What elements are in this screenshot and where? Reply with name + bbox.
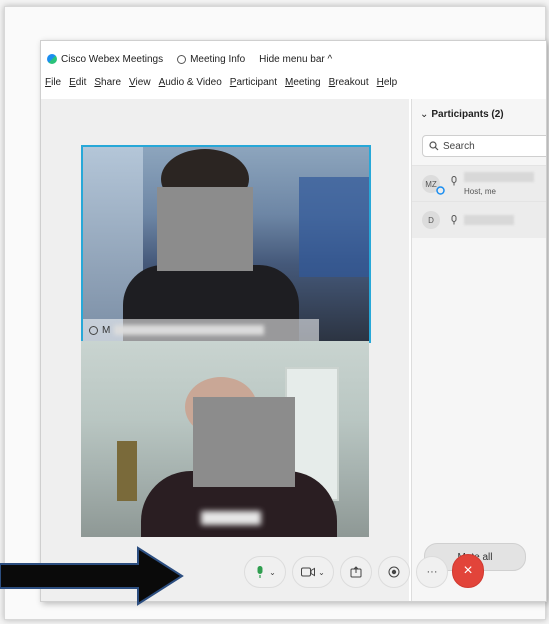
chevron-down-icon: ⌄	[420, 109, 429, 120]
meeting-info-button[interactable]: Meeting Info	[177, 54, 245, 65]
app-title-item: Cisco Webex Meetings	[47, 54, 163, 65]
video-tile-active-speaker[interactable]: M	[81, 145, 371, 343]
record-icon	[388, 566, 400, 578]
info-icon	[177, 54, 187, 64]
menu-participant[interactable]: Participant	[230, 77, 277, 91]
menu-edit[interactable]: Edit	[69, 77, 86, 91]
face-redaction	[193, 397, 295, 487]
face-redaction	[157, 187, 253, 271]
share-icon	[350, 566, 362, 578]
mic-icon	[257, 566, 263, 578]
participant-name-label: M	[102, 324, 111, 336]
participant-search-input[interactable]: Search	[422, 135, 546, 157]
participant-row[interactable]: D	[412, 201, 546, 238]
name-blur	[201, 511, 261, 525]
participants-title[interactable]: ⌄ Participants (2)	[420, 109, 504, 120]
menu-file[interactable]: File	[45, 77, 61, 91]
pointer-arrow-icon	[0, 546, 184, 606]
name-blur	[114, 325, 265, 335]
webex-logo-icon	[47, 54, 57, 64]
more-options-button[interactable]: ···	[416, 556, 448, 588]
webex-status-icon	[436, 186, 445, 195]
stop-video-button[interactable]: ⌄	[292, 556, 334, 588]
end-meeting-button[interactable]: ×	[452, 554, 484, 588]
mic-icon	[451, 215, 457, 225]
menu-audio-video[interactable]: Audio & Video	[159, 77, 222, 91]
participant-name-blur	[464, 172, 534, 182]
video-icon	[301, 567, 316, 577]
menu-meeting[interactable]: Meeting	[285, 77, 321, 91]
participant-nameplate: M	[83, 319, 319, 341]
participants-panel: ⌄Participants (2) Search MZ Host, me D M…	[411, 99, 546, 601]
menu-help[interactable]: Help	[377, 77, 398, 91]
participant-role: Host, me	[464, 187, 497, 196]
app-title: Cisco Webex Meetings	[61, 53, 164, 65]
chevron-down-icon: ⌄	[269, 567, 276, 577]
mic-icon	[451, 176, 457, 186]
mic-small-icon	[89, 325, 98, 335]
participant-name-blur	[464, 215, 514, 225]
video-stage: M	[41, 99, 409, 601]
mute-button[interactable]: ⌄	[244, 556, 286, 588]
participants-title-label: Participants (2)	[431, 109, 504, 120]
menu-bar: File Edit Share View Audio & Video Parti…	[45, 77, 405, 91]
search-icon	[429, 141, 439, 151]
video-tile-self[interactable]	[81, 341, 369, 537]
webex-window: Cisco Webex Meetings Meeting Info Hide m…	[40, 40, 547, 602]
wall-poster	[117, 441, 137, 501]
hide-menu-bar-button[interactable]: Hide menu bar ^	[259, 54, 332, 65]
participant-row[interactable]: MZ Host, me	[412, 165, 546, 202]
record-button[interactable]	[378, 556, 410, 588]
menu-breakout[interactable]: Breakout	[329, 77, 369, 91]
chevron-down-icon: ⌄	[318, 567, 325, 577]
title-bar: Cisco Webex Meetings Meeting Info Hide m…	[47, 51, 346, 67]
avatar: D	[422, 211, 440, 229]
menu-view[interactable]: View	[129, 77, 151, 91]
share-button[interactable]	[340, 556, 372, 588]
meeting-info-label: Meeting Info	[190, 53, 246, 65]
search-placeholder: Search	[443, 140, 475, 152]
menu-share[interactable]: Share	[94, 77, 121, 91]
background-object	[299, 177, 369, 277]
